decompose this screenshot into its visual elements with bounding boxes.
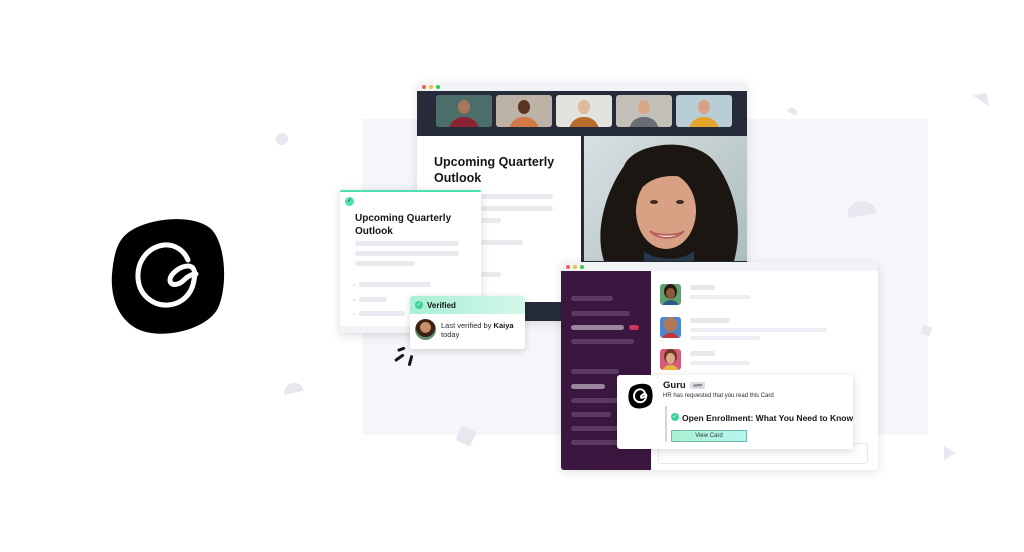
decor-triangle [972,92,990,110]
verified-time: today [441,329,460,339]
app-name: Guru [663,380,686,391]
participant-video-participant-5[interactable] [676,95,732,127]
minimize-window-button[interactable] [429,85,433,89]
document-title: Upcoming Quarterly Outlook [434,155,555,185]
verifier-name: Kaiya [493,320,514,330]
sidebar-item[interactable] [571,398,619,403]
message-avatar [660,284,681,305]
text-placeholder [481,240,523,245]
close-window-button[interactable] [422,85,426,89]
check-icon: ✓ [345,197,354,206]
card-title[interactable]: Open Enrollment: What You Need to Know [682,413,853,423]
sidebar-item-active[interactable] [571,325,624,330]
sidebar-item[interactable] [571,296,613,301]
text-placeholder [355,251,459,256]
text-placeholder [481,194,553,199]
sidebar-item[interactable] [571,426,619,431]
verified-tooltip: ✓ Verified Last verified by Kaiya today [410,296,525,349]
text-placeholder [359,282,431,287]
check-icon: ✓ [671,413,679,421]
guru-logo-icon [110,216,226,336]
text-placeholder [355,241,459,246]
card-title: Upcoming Quarterly Outlook [355,213,452,237]
verifier-avatar [415,319,436,340]
check-icon: ✓ [415,301,423,309]
participant-video-participant-4[interactable] [616,95,672,127]
quote-bar [665,406,667,442]
notification-message: HR has requested that you read this Card [663,393,774,399]
decor-circle [276,133,288,145]
sidebar-item[interactable] [571,412,611,417]
participant-video-participant-1[interactable] [436,95,492,127]
sidebar-item[interactable] [571,339,634,344]
view-card-button[interactable]: View Card [671,430,747,442]
guru-notification: Guru APP HR has requested that you read … [617,375,853,449]
maximize-window-button[interactable] [580,264,584,269]
guru-logo-icon [628,383,653,409]
text-placeholder [359,297,387,302]
window-titlebar [561,262,878,271]
text-placeholder [355,261,415,266]
participant-video-participant-2[interactable] [496,95,552,127]
text-placeholder [481,272,501,277]
text-placeholder [481,218,501,223]
unread-badge [629,325,639,330]
sidebar-item[interactable] [571,384,605,389]
speaker-portrait [600,144,738,261]
text-placeholder [359,311,405,316]
verified-info: Last verified by Kaiya today [441,320,514,339]
window-titlebar [417,83,747,91]
participant-video-participant-3[interactable] [556,95,612,127]
maximize-window-button[interactable] [436,85,440,89]
app-badge: APP [690,382,706,389]
message-avatar [660,317,681,338]
text-placeholder [481,206,553,211]
verified-label: Verified [427,300,456,310]
sidebar-item[interactable] [571,440,619,445]
decor-semicircle [282,381,304,395]
minimize-window-button[interactable] [573,264,577,269]
message-avatar [660,349,681,370]
close-window-button[interactable] [566,264,570,269]
decor-triangle [944,446,956,460]
sidebar-item[interactable] [571,311,630,316]
decor-semicircle [787,105,799,117]
participant-strip [417,91,747,136]
sidebar-item[interactable] [571,369,619,374]
